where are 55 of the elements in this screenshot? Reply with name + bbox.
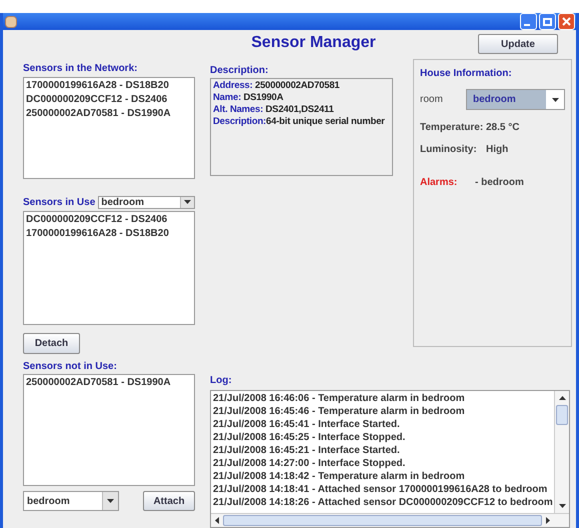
section-label: Sensors in the Network:: [23, 62, 138, 76]
section-label: Sensors in Use: [23, 196, 96, 210]
section-label: Description:: [210, 65, 268, 77]
horizontal-scrollbar[interactable]: [211, 513, 569, 527]
reading-value: 28.5 °C: [486, 122, 520, 134]
log-entry: 21/Jul/2008 14:27:00 - Interface Stopped.: [213, 457, 406, 470]
log-entry: 21/Jul/2008 16:45:41 - Interface Started.: [213, 418, 400, 431]
app-heading: Sensor Manager: [251, 33, 376, 53]
room-dropdown[interactable]: bedroom: [466, 89, 565, 110]
sensor-item[interactable]: 250000002AD70581 - DS1990A: [26, 107, 171, 121]
sensor-item[interactable]: DC000000209CCF12 - DS2406: [26, 93, 168, 107]
scroll-thumb[interactable]: [556, 405, 568, 425]
attach-button[interactable]: Attach: [143, 491, 195, 511]
description-line: Description:64-bit unique serial number: [213, 116, 385, 128]
up-arrow-icon: [558, 396, 566, 400]
section-label: House Information:: [420, 68, 512, 80]
right-arrow-icon: [546, 517, 550, 524]
log-entry: 21/Jul/2008 16:45:25 - Interface Stopped.: [213, 431, 406, 444]
log-entry: 21/Jul/2008 16:46:06 - Temperature alarm in bedroom: [213, 392, 465, 405]
room-dropdown[interactable]: bedroom: [23, 491, 119, 511]
close-icon: [562, 17, 571, 26]
room-label: room: [420, 93, 444, 107]
alarms-value: - bedroom: [475, 176, 524, 187]
detach-button[interactable]: Detach: [23, 333, 80, 354]
sensor-item[interactable]: 1700000199616A28 - DS18B20: [26, 79, 169, 93]
section-label: Log:: [210, 375, 232, 387]
caret-icon: [107, 499, 114, 503]
scroll-thumb[interactable]: [223, 515, 542, 526]
room-dropdown[interactable]: bedroom: [98, 196, 195, 208]
log-entry: 21/Jul/2008 14:18:42 - Temperature alarm in bedroom: [213, 470, 465, 483]
caret-icon: [552, 98, 558, 102]
vertical-scrollbar[interactable]: [554, 391, 569, 513]
update-button[interactable]: Update: [478, 34, 558, 54]
caret-icon: [184, 200, 191, 204]
reading-label: Temperature:: [420, 122, 484, 134]
log-entry: 21/Jul/2008 16:45:21 - Interface Started.: [213, 444, 400, 457]
left-arrow-icon: [215, 517, 219, 524]
reading-value: High: [486, 144, 508, 156]
description-line: Name: DS1990A: [213, 92, 284, 104]
log-entry: 21/Jul/2008 14:18:26 - Attached sensor DC000000209CCF12 to bedroom: [213, 496, 553, 509]
sensor-item[interactable]: 250000002AD70581 - DS1990A: [26, 376, 171, 390]
description-line: Address: 250000002AD70581: [213, 80, 340, 92]
alarms-label: Alarms:: [420, 176, 458, 187]
maximize-button[interactable]: [539, 13, 556, 30]
section-label: Sensors not in Use:: [23, 361, 117, 373]
log-entry: 21/Jul/2008 14:18:41 - Attached sensor 1700000199616A28 to bedroom: [213, 483, 548, 496]
app-icon: [5, 16, 17, 28]
sensor-item[interactable]: DC000000209CCF12 - DS2406: [26, 213, 168, 227]
description-line: Alt. Names: DS2401,DS2411: [213, 104, 334, 116]
down-arrow-icon: [558, 504, 566, 508]
minimize-button[interactable]: [520, 13, 537, 30]
reading-label: Luminosity:: [420, 144, 478, 156]
close-button[interactable]: [558, 13, 575, 30]
sensor-item[interactable]: 1700000199616A28 - DS18B20: [26, 227, 169, 241]
log-entry: 21/Jul/2008 16:45:46 - Temperature alarm in bedroom: [213, 405, 465, 418]
